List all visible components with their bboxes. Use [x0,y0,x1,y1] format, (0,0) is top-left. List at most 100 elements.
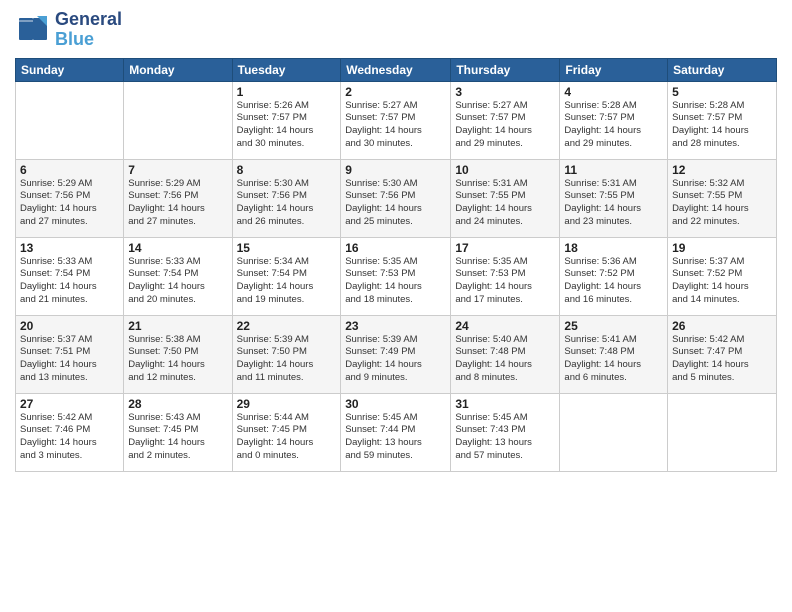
day-number: 30 [345,397,446,411]
calendar-cell-w0d5: 4Sunrise: 5:28 AM Sunset: 7:57 PM Daylig… [560,81,668,159]
day-number: 19 [672,241,772,255]
day-info: Sunrise: 5:41 AM Sunset: 7:48 PM Dayligh… [564,334,663,385]
calendar-cell-w2d4: 17Sunrise: 5:35 AM Sunset: 7:53 PM Dayli… [451,237,560,315]
day-number: 12 [672,163,772,177]
day-number: 15 [237,241,337,255]
day-number: 25 [564,319,663,333]
day-info: Sunrise: 5:42 AM Sunset: 7:46 PM Dayligh… [20,412,119,463]
calendar-cell-w2d1: 14Sunrise: 5:33 AM Sunset: 7:54 PM Dayli… [124,237,232,315]
calendar-cell-w3d4: 24Sunrise: 5:40 AM Sunset: 7:48 PM Dayli… [451,315,560,393]
calendar-header-sunday: Sunday [16,58,124,81]
day-number: 22 [237,319,337,333]
calendar-cell-w1d2: 8Sunrise: 5:30 AM Sunset: 7:56 PM Daylig… [232,159,341,237]
day-info: Sunrise: 5:28 AM Sunset: 7:57 PM Dayligh… [564,100,663,151]
day-info: Sunrise: 5:39 AM Sunset: 7:50 PM Dayligh… [237,334,337,385]
calendar-week-2: 13Sunrise: 5:33 AM Sunset: 7:54 PM Dayli… [16,237,777,315]
calendar-cell-w2d2: 15Sunrise: 5:34 AM Sunset: 7:54 PM Dayli… [232,237,341,315]
day-info: Sunrise: 5:44 AM Sunset: 7:45 PM Dayligh… [237,412,337,463]
day-number: 28 [128,397,227,411]
day-number: 5 [672,85,772,99]
day-info: Sunrise: 5:31 AM Sunset: 7:55 PM Dayligh… [564,178,663,229]
calendar-cell-w1d4: 10Sunrise: 5:31 AM Sunset: 7:55 PM Dayli… [451,159,560,237]
day-info: Sunrise: 5:36 AM Sunset: 7:52 PM Dayligh… [564,256,663,307]
calendar-header-saturday: Saturday [668,58,777,81]
day-info: Sunrise: 5:33 AM Sunset: 7:54 PM Dayligh… [20,256,119,307]
day-number: 11 [564,163,663,177]
calendar-cell-w4d6 [668,393,777,471]
day-number: 14 [128,241,227,255]
calendar-cell-w2d5: 18Sunrise: 5:36 AM Sunset: 7:52 PM Dayli… [560,237,668,315]
day-info: Sunrise: 5:30 AM Sunset: 7:56 PM Dayligh… [345,178,446,229]
calendar-table: SundayMondayTuesdayWednesdayThursdayFrid… [15,58,777,472]
calendar-cell-w3d2: 22Sunrise: 5:39 AM Sunset: 7:50 PM Dayli… [232,315,341,393]
day-number: 3 [455,85,555,99]
day-info: Sunrise: 5:45 AM Sunset: 7:44 PM Dayligh… [345,412,446,463]
day-number: 6 [20,163,119,177]
calendar-cell-w3d6: 26Sunrise: 5:42 AM Sunset: 7:47 PM Dayli… [668,315,777,393]
day-info: Sunrise: 5:38 AM Sunset: 7:50 PM Dayligh… [128,334,227,385]
calendar-cell-w4d3: 30Sunrise: 5:45 AM Sunset: 7:44 PM Dayli… [341,393,451,471]
calendar-cell-w0d6: 5Sunrise: 5:28 AM Sunset: 7:57 PM Daylig… [668,81,777,159]
calendar-header-thursday: Thursday [451,58,560,81]
day-number: 16 [345,241,446,255]
calendar-cell-w2d0: 13Sunrise: 5:33 AM Sunset: 7:54 PM Dayli… [16,237,124,315]
calendar-cell-w1d3: 9Sunrise: 5:30 AM Sunset: 7:56 PM Daylig… [341,159,451,237]
day-info: Sunrise: 5:29 AM Sunset: 7:56 PM Dayligh… [128,178,227,229]
day-number: 2 [345,85,446,99]
day-number: 24 [455,319,555,333]
day-info: Sunrise: 5:37 AM Sunset: 7:52 PM Dayligh… [672,256,772,307]
day-number: 27 [20,397,119,411]
day-info: Sunrise: 5:26 AM Sunset: 7:57 PM Dayligh… [237,100,337,151]
day-number: 29 [237,397,337,411]
calendar-cell-w4d5 [560,393,668,471]
calendar-cell-w0d3: 2Sunrise: 5:27 AM Sunset: 7:57 PM Daylig… [341,81,451,159]
day-info: Sunrise: 5:42 AM Sunset: 7:47 PM Dayligh… [672,334,772,385]
day-info: Sunrise: 5:29 AM Sunset: 7:56 PM Dayligh… [20,178,119,229]
day-number: 10 [455,163,555,177]
calendar-cell-w1d5: 11Sunrise: 5:31 AM Sunset: 7:55 PM Dayli… [560,159,668,237]
logo-text-line1: General [55,10,122,30]
logo-icon [15,12,51,48]
day-info: Sunrise: 5:32 AM Sunset: 7:55 PM Dayligh… [672,178,772,229]
calendar-header-tuesday: Tuesday [232,58,341,81]
day-number: 31 [455,397,555,411]
calendar-header-wednesday: Wednesday [341,58,451,81]
day-number: 17 [455,241,555,255]
calendar-cell-w0d1 [124,81,232,159]
day-info: Sunrise: 5:43 AM Sunset: 7:45 PM Dayligh… [128,412,227,463]
calendar-cell-w3d0: 20Sunrise: 5:37 AM Sunset: 7:51 PM Dayli… [16,315,124,393]
calendar-cell-w0d2: 1Sunrise: 5:26 AM Sunset: 7:57 PM Daylig… [232,81,341,159]
calendar-cell-w3d5: 25Sunrise: 5:41 AM Sunset: 7:48 PM Dayli… [560,315,668,393]
day-number: 7 [128,163,227,177]
calendar-cell-w2d6: 19Sunrise: 5:37 AM Sunset: 7:52 PM Dayli… [668,237,777,315]
day-number: 23 [345,319,446,333]
calendar-week-0: 1Sunrise: 5:26 AM Sunset: 7:57 PM Daylig… [16,81,777,159]
day-info: Sunrise: 5:27 AM Sunset: 7:57 PM Dayligh… [455,100,555,151]
day-info: Sunrise: 5:35 AM Sunset: 7:53 PM Dayligh… [455,256,555,307]
logo: General Blue [15,10,122,50]
day-number: 20 [20,319,119,333]
calendar-cell-w4d4: 31Sunrise: 5:45 AM Sunset: 7:43 PM Dayli… [451,393,560,471]
day-number: 8 [237,163,337,177]
logo-text-line2: Blue [55,30,122,50]
day-info: Sunrise: 5:45 AM Sunset: 7:43 PM Dayligh… [455,412,555,463]
calendar-cell-w0d0 [16,81,124,159]
calendar-cell-w4d1: 28Sunrise: 5:43 AM Sunset: 7:45 PM Dayli… [124,393,232,471]
day-number: 21 [128,319,227,333]
day-info: Sunrise: 5:33 AM Sunset: 7:54 PM Dayligh… [128,256,227,307]
calendar-week-4: 27Sunrise: 5:42 AM Sunset: 7:46 PM Dayli… [16,393,777,471]
calendar-header-friday: Friday [560,58,668,81]
day-number: 4 [564,85,663,99]
calendar-header-monday: Monday [124,58,232,81]
day-info: Sunrise: 5:40 AM Sunset: 7:48 PM Dayligh… [455,334,555,385]
day-number: 18 [564,241,663,255]
calendar-cell-w1d1: 7Sunrise: 5:29 AM Sunset: 7:56 PM Daylig… [124,159,232,237]
day-number: 1 [237,85,337,99]
day-info: Sunrise: 5:39 AM Sunset: 7:49 PM Dayligh… [345,334,446,385]
calendar-cell-w4d0: 27Sunrise: 5:42 AM Sunset: 7:46 PM Dayli… [16,393,124,471]
calendar-cell-w3d1: 21Sunrise: 5:38 AM Sunset: 7:50 PM Dayli… [124,315,232,393]
day-info: Sunrise: 5:27 AM Sunset: 7:57 PM Dayligh… [345,100,446,151]
day-number: 26 [672,319,772,333]
calendar-cell-w1d6: 12Sunrise: 5:32 AM Sunset: 7:55 PM Dayli… [668,159,777,237]
day-number: 9 [345,163,446,177]
